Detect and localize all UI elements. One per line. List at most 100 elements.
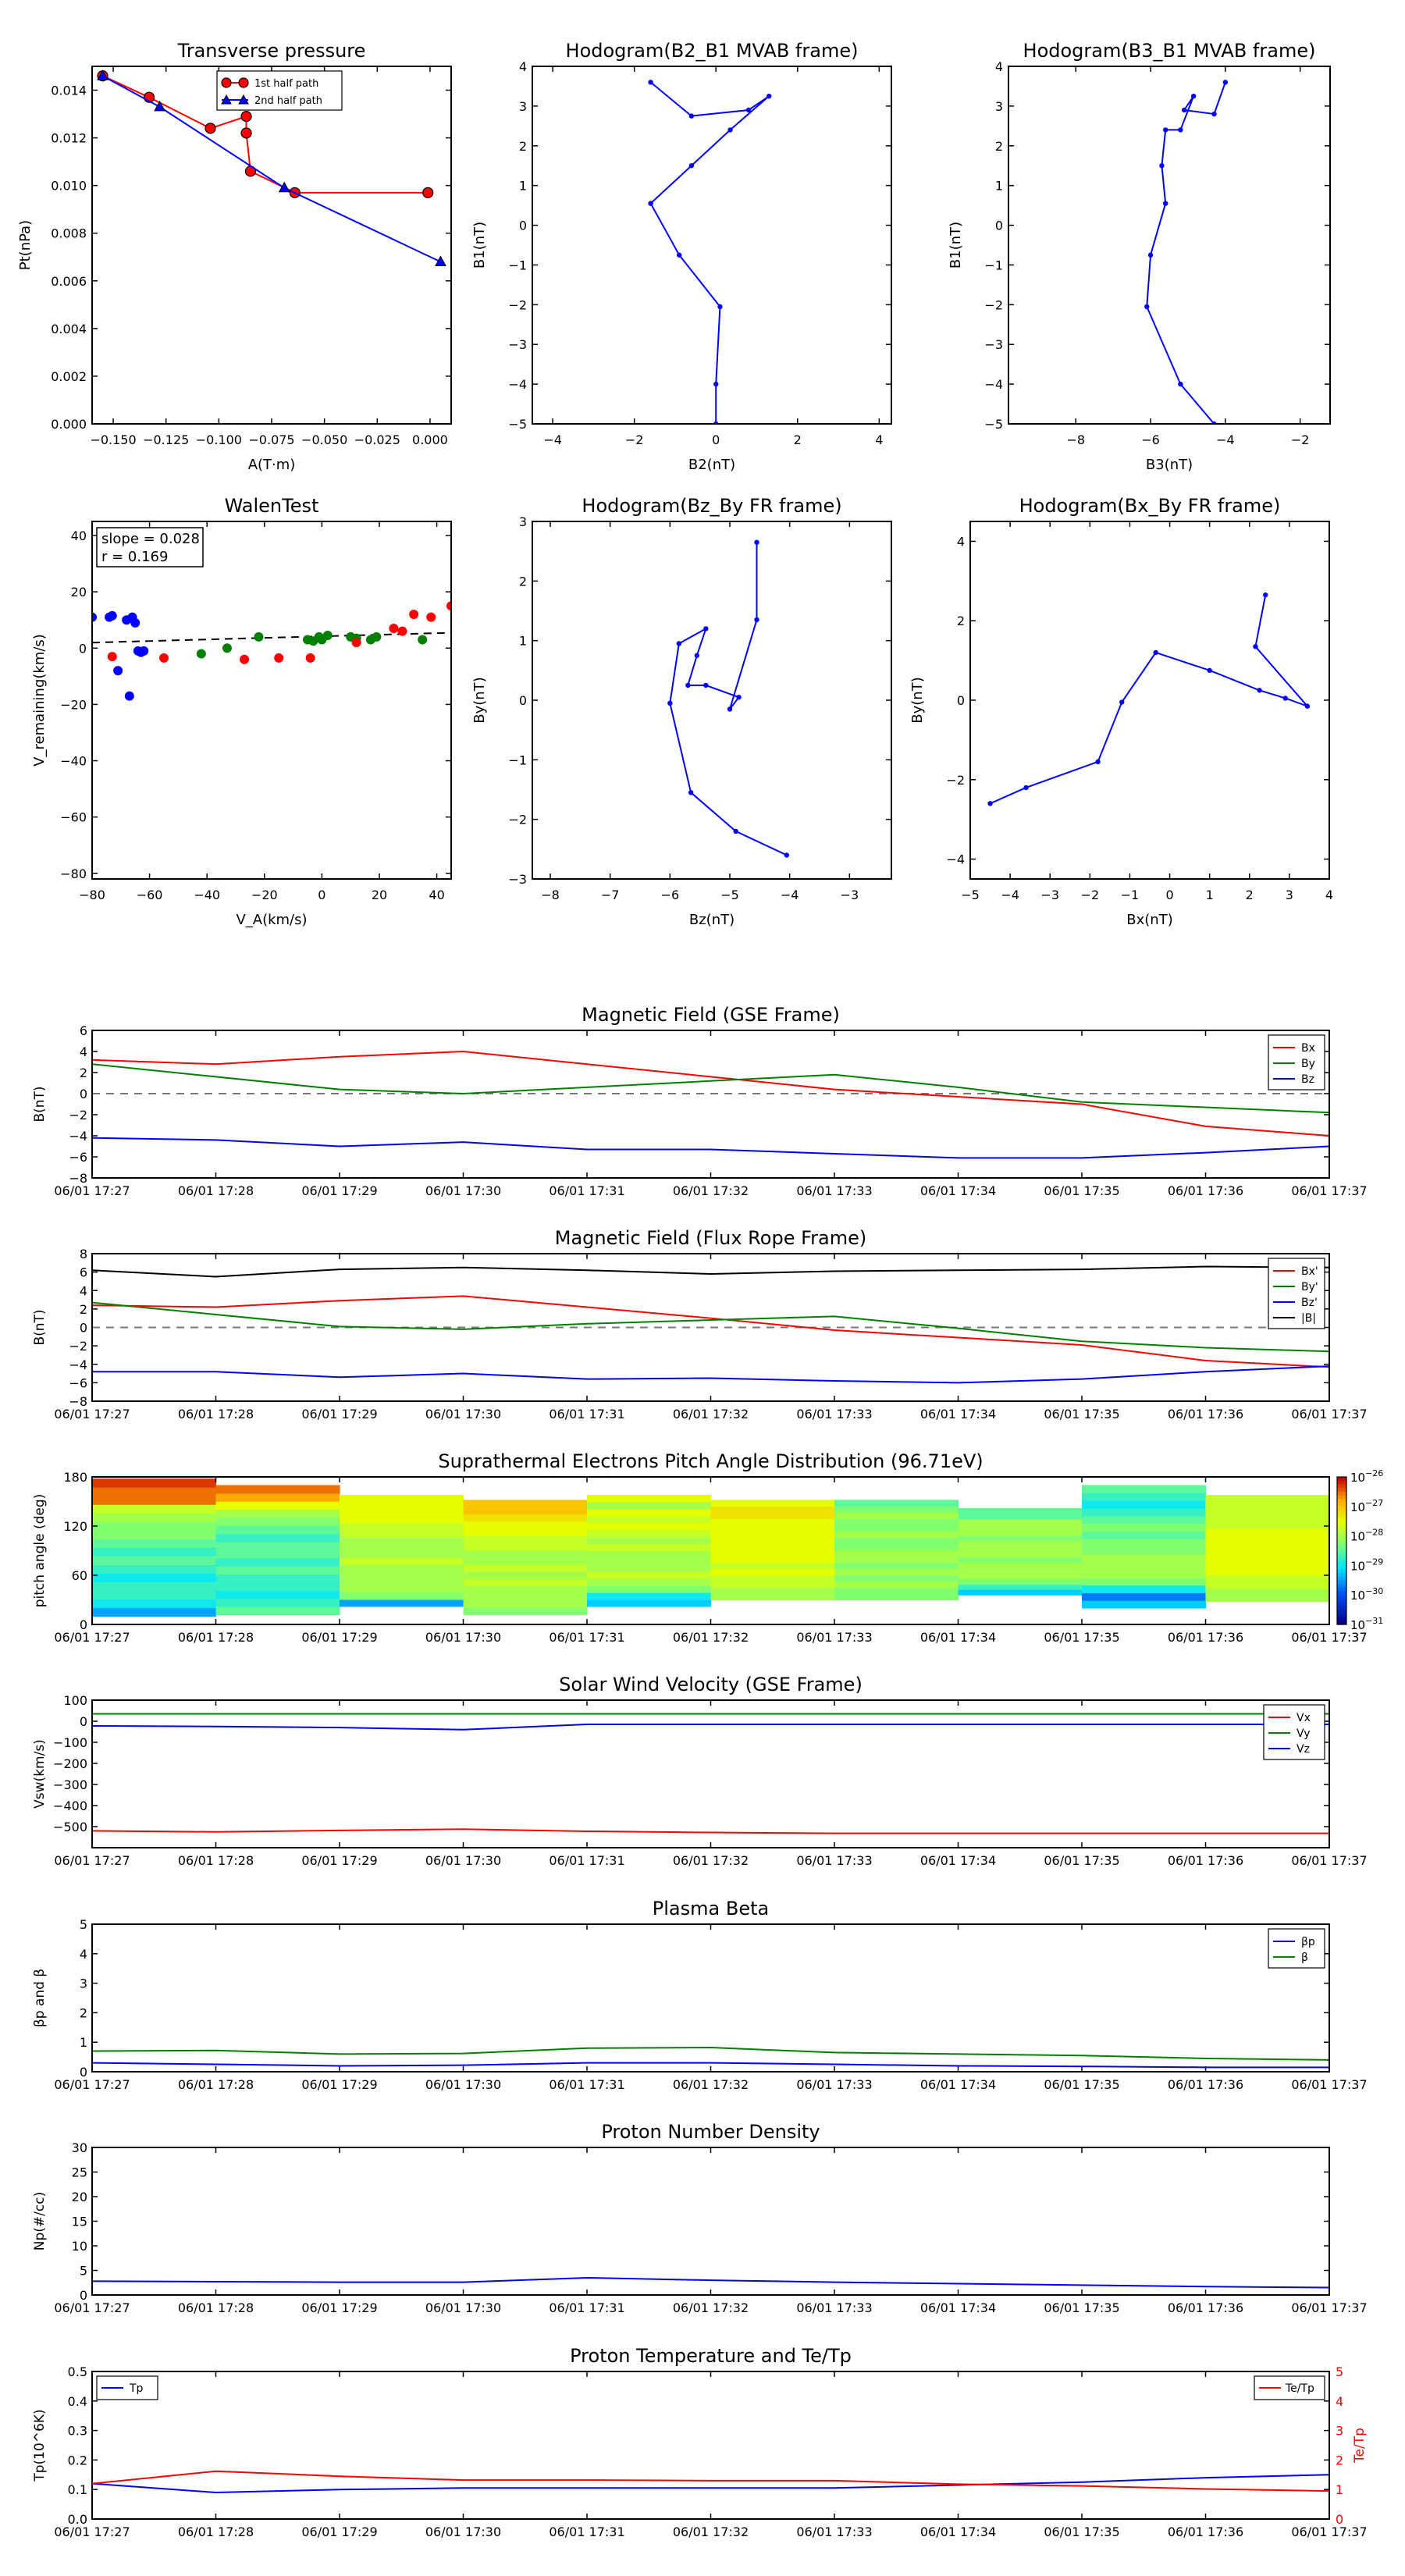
x-tick-label: −4: [543, 432, 562, 447]
y-tick-label: 60: [72, 1568, 87, 1583]
y-tick-label: −2: [984, 297, 1003, 312]
colorbar-segment: [1337, 1484, 1346, 1489]
y-axis-label: pitch angle (deg): [32, 1494, 48, 1608]
x-tick-label: 20: [372, 888, 387, 902]
data-point: [745, 107, 752, 113]
colorbar-segment: [1337, 1572, 1346, 1578]
legend-box: [1268, 1928, 1325, 1969]
heatmap-cell: [215, 1566, 340, 1575]
time-tick-label: 06/01 17:34: [920, 1407, 996, 1421]
heatmap-cell: [340, 1536, 464, 1545]
heatmap-cell: [710, 1568, 835, 1576]
colorbar-segment: [1337, 1595, 1346, 1599]
heatmap-cell: [958, 1551, 1083, 1558]
data-point: [389, 624, 399, 634]
plot-frame: [91, 1699, 1330, 1848]
time-tick-label: 06/01 17:32: [673, 2524, 749, 2539]
heatmap-cell: [834, 1531, 959, 1539]
y-tick-label: 0.012: [51, 131, 87, 146]
heatmap-cell: [463, 1507, 588, 1515]
heatmap-cell: [92, 1582, 217, 1592]
y-tick-label: 3: [80, 1976, 87, 1991]
data-point: [159, 653, 169, 663]
legend-marker: [221, 77, 232, 88]
data-point: [703, 626, 709, 632]
heatmap-cell: [1082, 1546, 1207, 1555]
y-tick-label: 3: [995, 99, 1003, 114]
data-point: [1163, 201, 1168, 206]
x-tick-label: −5: [720, 888, 739, 902]
y-axis-label: Vsw(km/s): [32, 1739, 48, 1809]
heatmap-cell: [92, 1478, 217, 1488]
legend-label: 1st half path: [254, 78, 318, 90]
time-tick-label: 06/01 17:27: [54, 2300, 130, 2315]
y-tick-label: 5: [80, 1917, 87, 1932]
heatmap-cell: [587, 1536, 712, 1545]
heatmap-cell: [958, 1562, 1083, 1569]
y-axis-label: By(nT): [471, 677, 488, 723]
data-point: [196, 649, 206, 659]
colorbar-label: 10−30: [1350, 1586, 1383, 1603]
time-tick-label: 06/01 17:37: [1291, 2077, 1367, 2092]
heatmap-cell: [1082, 1554, 1207, 1563]
data-point: [1163, 127, 1168, 133]
y-right-tick-label: 1: [1336, 2482, 1343, 2497]
colorbar-segment: [1337, 1517, 1346, 1522]
data-point: [435, 255, 446, 266]
colorbar-segment: [1337, 1532, 1346, 1537]
data-point: [113, 666, 123, 676]
panel-mag_gse: Magnetic Field (GSE Frame)−8−6−4−2024606…: [32, 1004, 1368, 1198]
time-tick-label: 06/01 17:31: [549, 1853, 624, 1868]
data-point: [1119, 699, 1125, 705]
y-tick-label: 5: [80, 2264, 87, 2279]
heatmap-cell: [710, 1500, 835, 1507]
time-tick-label: 06/01 17:34: [920, 1630, 996, 1645]
y-tick-label: 0.1: [68, 2482, 87, 2497]
y-tick-label: 2: [957, 614, 965, 628]
legend-label: Bx': [1301, 1265, 1318, 1278]
time-tick-label: 06/01 17:30: [425, 1853, 501, 1868]
data-point: [372, 632, 382, 642]
chart-title: Suprathermal Electrons Pitch Angle Distr…: [438, 1450, 983, 1472]
heatmap-cell: [834, 1587, 959, 1595]
y-tick-label: 30: [72, 2140, 87, 2155]
y-tick-label: 40: [71, 528, 87, 543]
x-tick-label: 40: [429, 888, 444, 902]
time-tick-label: 06/01 17:29: [301, 1183, 377, 1198]
colorbar-segment: [1337, 1480, 1346, 1485]
data-point: [1178, 127, 1183, 133]
legend-label: βp: [1301, 1936, 1315, 1948]
heatmap-cell: [958, 1546, 1083, 1553]
heatmap-cell: [463, 1592, 588, 1601]
heatmap-cell: [834, 1550, 959, 1557]
y-tick-label: 2: [519, 139, 527, 154]
plot-area: [92, 601, 451, 701]
y-axis-label: Np(#/cc): [32, 2192, 48, 2250]
heatmap-cell: [834, 1543, 959, 1551]
y-tick-label: 4: [519, 59, 527, 74]
heatmap-cell: [1205, 1595, 1330, 1603]
x-tick-label: −0.050: [301, 432, 347, 447]
y-tick-label: −3: [508, 872, 527, 887]
colorbar-segment: [1337, 1499, 1346, 1503]
y-tick-label: −400: [53, 1799, 87, 1813]
heatmap-cell: [215, 1557, 340, 1567]
time-tick-label: 06/01 17:30: [425, 1407, 501, 1421]
heatmap-cell: [1205, 1521, 1330, 1529]
y-tick-label: 1: [80, 2035, 87, 2050]
data-point: [305, 653, 315, 663]
time-tick-label: 06/01 17:29: [301, 1407, 377, 1421]
x-tick-label: −0.150: [90, 432, 136, 447]
data-point: [1181, 107, 1187, 113]
legend-label: By': [1301, 1281, 1318, 1293]
heatmap-cell: [958, 1573, 1083, 1579]
heatmap-cell: [1082, 1500, 1207, 1509]
colorbar-segment: [1337, 1514, 1346, 1518]
heatmap-cell: [1082, 1585, 1207, 1593]
y-tick-label: −3: [508, 337, 527, 352]
colorbar-segment: [1337, 1477, 1346, 1482]
y-tick-label: 0: [79, 641, 87, 656]
data-point: [1207, 667, 1212, 674]
data-point: [397, 626, 407, 636]
y-tick-label: 6: [80, 1265, 87, 1280]
